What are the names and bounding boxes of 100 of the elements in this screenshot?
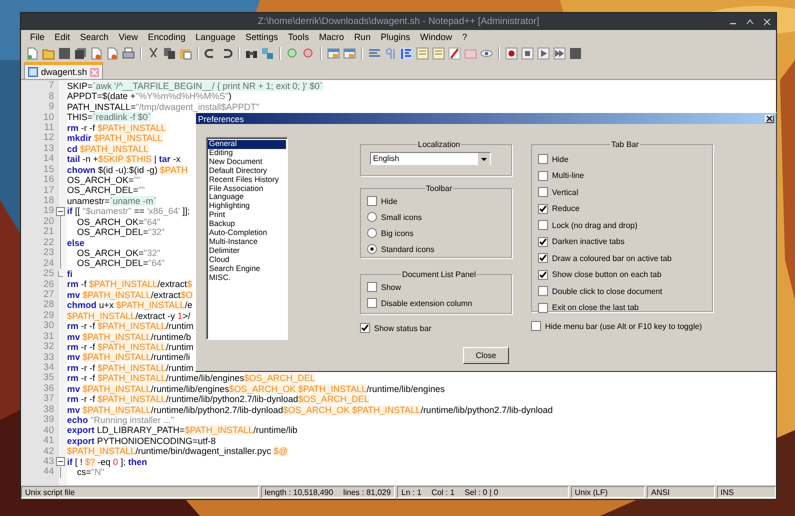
stop-icon[interactable]	[521, 46, 534, 60]
code-line: export LD_LIBRARY_PATH=$PATH_INSTALL/runtime/lib	[67, 425, 298, 436]
menu-item[interactable]: Edit	[50, 32, 76, 42]
menu-item[interactable]: Search	[75, 32, 114, 42]
document-icon[interactable]	[416, 46, 429, 60]
checkbox-label: Show status bar	[374, 324, 432, 332]
play-icon[interactable]	[537, 46, 550, 60]
checkbox[interactable]	[367, 298, 377, 308]
code-line: else	[67, 238, 85, 248]
checkbox[interactable]	[538, 302, 548, 313]
code-line: rm -r -f $PATH_INSTALL	[67, 122, 166, 134]
code-line: APPDT=$(date +"%Y%m%d%H%M%S")	[67, 91, 232, 102]
line-number: 37	[42, 394, 54, 404]
menu-item[interactable]: Encoding	[142, 32, 190, 42]
language-dropdown[interactable]: English	[370, 152, 491, 165]
save-icon[interactable]	[569, 46, 582, 60]
code-line: mv $PATH_INSTALL/runtime/lib/engines$OS_ARCH_OK $PATH_INSTALL/runtime/lib/engines	[67, 384, 445, 394]
window-icon[interactable]	[327, 46, 340, 60]
checkbox[interactable]	[538, 220, 548, 230]
checkbox[interactable]	[538, 170, 548, 181]
menu-item[interactable]: Tools	[283, 32, 314, 42]
line-number: 31	[42, 332, 54, 342]
radio-label: Small icons	[381, 212, 422, 222]
save-all-icon[interactable]	[74, 46, 87, 60]
pen-icon[interactable]	[448, 46, 461, 60]
fold-toggle-icon[interactable]	[56, 457, 65, 466]
radio-button[interactable]	[367, 244, 377, 254]
menu-item[interactable]: File	[25, 32, 50, 42]
line-number: 35	[42, 373, 54, 384]
code-line: rm -r -f $PATH_INSTALL/runtim	[67, 321, 194, 332]
status-text: Unix (LF)	[574, 488, 608, 496]
cut-icon[interactable]	[147, 46, 160, 60]
code-line: $PATH_INSTALL/runtime/bin/dwagent_installer.pyc $@	[67, 446, 288, 457]
new-file-icon[interactable]	[26, 46, 39, 60]
checkbox[interactable]	[538, 187, 548, 198]
window-icon[interactable]	[343, 46, 356, 60]
document-icon[interactable]	[432, 46, 445, 60]
print-icon[interactable]	[122, 46, 135, 60]
chevron-up-icon[interactable]	[746, 18, 754, 26]
code-line: THIS=`readlink -f $0`	[67, 112, 151, 123]
save-icon[interactable]	[58, 46, 71, 60]
code-line: OS_ARCH_DEL="32"	[76, 227, 165, 238]
menu-item[interactable]: Macro	[314, 32, 350, 42]
checkbox[interactable]	[360, 323, 370, 333]
close-button[interactable]	[765, 114, 774, 122]
line-number: 21	[42, 227, 54, 238]
code-line: rm -f $PATH_INSTALL/extract$	[67, 279, 192, 290]
checkbox-label: Vertical	[552, 188, 578, 197]
menu-item[interactable]: Language	[190, 32, 240, 42]
group-title: Document List Panel	[401, 270, 477, 279]
code-line: $PATH_INSTALL/extract -y 1>/	[67, 310, 190, 322]
indent-guide-icon[interactable]	[400, 46, 413, 60]
status-text: Unix script file	[25, 488, 75, 496]
checkbox-label: Reduce	[552, 204, 580, 214]
menu-item[interactable]: View	[114, 32, 143, 42]
checkbox[interactable]	[538, 204, 548, 214]
code-line: OS_ARCH_OK="32"	[76, 248, 160, 258]
menu-item[interactable]: Run	[349, 32, 376, 42]
status-text: Sel : 0 | 0	[464, 488, 498, 496]
code-line: rm -r -f $PATH_INSTALL/runtime/lib/python2.7/lib-dynload$OS_ARCH_DEL	[67, 394, 370, 405]
checkbox[interactable]	[538, 286, 548, 296]
paste-icon[interactable]	[179, 46, 192, 60]
file-tab[interactable]: dwagent.sh	[24, 62, 104, 79]
checkbox-label: Show	[381, 282, 402, 292]
checkbox[interactable]	[367, 196, 377, 206]
code-line: rm -r -f $PATH_INSTALL/runtime/lib/engines$OS_ARCH_DEL	[67, 373, 316, 384]
line-number: 44	[42, 467, 54, 478]
line-number: 8	[48, 92, 54, 102]
group-title: Localization	[416, 140, 462, 149]
menu-item[interactable]: Settings	[240, 32, 284, 42]
document-icon	[28, 67, 38, 77]
code-line: OS_ARCH_DEL=""	[67, 185, 145, 196]
copy-icon[interactable]	[163, 46, 176, 60]
menu-item[interactable]: Window	[415, 32, 458, 42]
record-icon[interactable]	[505, 46, 518, 60]
close-icon[interactable]	[762, 18, 770, 26]
checkbox[interactable]	[538, 236, 548, 247]
checkbox[interactable]	[538, 154, 548, 164]
close-button[interactable]: Close	[463, 347, 509, 364]
menu-item[interactable]: Plugins	[376, 32, 416, 42]
checkbox[interactable]	[367, 282, 377, 292]
checkbox-label: Show close button on each tab	[552, 270, 662, 280]
menu-item[interactable]: ?	[457, 32, 472, 42]
lines-icon[interactable]	[368, 46, 381, 60]
status-text: INS	[720, 488, 734, 496]
fast-forward-icon[interactable]	[553, 46, 566, 60]
checkbox[interactable]	[538, 270, 548, 280]
line-number: 7	[48, 81, 54, 92]
code-line: OS_ARCH_OK="64"	[76, 216, 160, 228]
open-folder-icon[interactable]	[42, 46, 55, 60]
radio-button[interactable]	[367, 212, 377, 222]
radio-label: Big icons	[381, 228, 414, 238]
fold-toggle-icon[interactable]	[56, 206, 65, 216]
close-file-icon[interactable]	[90, 46, 103, 60]
line-number: 11	[43, 122, 54, 133]
close-all-icon[interactable]	[106, 46, 119, 60]
checkbox[interactable]	[538, 253, 548, 264]
line-number: 40	[42, 426, 54, 436]
radio-button[interactable]	[367, 228, 377, 238]
checkbox[interactable]	[531, 321, 541, 331]
